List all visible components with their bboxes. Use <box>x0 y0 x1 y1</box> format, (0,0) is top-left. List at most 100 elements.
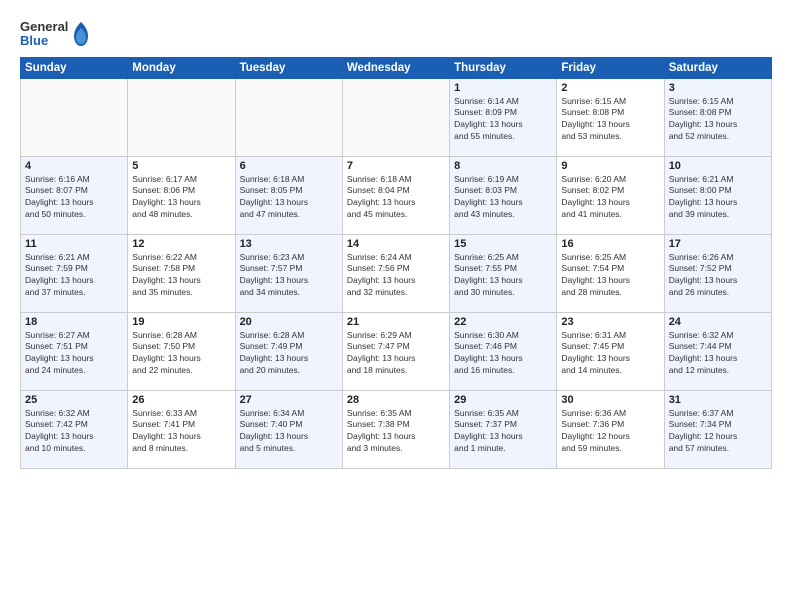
col-header-friday: Friday <box>557 57 664 78</box>
day-number: 6 <box>240 160 338 172</box>
day-cell-28: 28 Sunrise: 6:35 AM Sunset: 7:38 PM Dayli… <box>342 390 449 468</box>
day-info: Sunrise: 6:21 AM Sunset: 8:00 PM Dayligh… <box>669 174 767 222</box>
day-cell-24: 24 Sunrise: 6:32 AM Sunset: 7:44 PM Dayli… <box>664 312 771 390</box>
day-info: Sunrise: 6:32 AM Sunset: 7:44 PM Dayligh… <box>669 330 767 378</box>
day-number: 14 <box>347 238 445 250</box>
day-cell-1: 1Sunrise: 6:14 AM Sunset: 8:09 PM Daylig… <box>450 78 557 156</box>
day-info: Sunrise: 6:31 AM Sunset: 7:45 PM Dayligh… <box>561 330 659 378</box>
day-info: Sunrise: 6:35 AM Sunset: 7:37 PM Dayligh… <box>454 408 552 456</box>
day-info: Sunrise: 6:20 AM Sunset: 8:02 PM Dayligh… <box>561 174 659 222</box>
day-cell-5: 5Sunrise: 6:17 AM Sunset: 8:06 PM Daylig… <box>128 156 235 234</box>
day-info: Sunrise: 6:35 AM Sunset: 7:38 PM Dayligh… <box>347 408 445 456</box>
day-number: 19 <box>132 316 230 328</box>
day-cell-10: 10 Sunrise: 6:21 AM Sunset: 8:00 PM Dayli… <box>664 156 771 234</box>
day-number: 13 <box>240 238 338 250</box>
day-number: 15 <box>454 238 552 250</box>
day-number: 8 <box>454 160 552 172</box>
day-cell-30: 30 Sunrise: 6:36 AM Sunset: 7:36 PM Dayli… <box>557 390 664 468</box>
day-cell-9: 9 Sunrise: 6:20 AM Sunset: 8:02 PM Daylig… <box>557 156 664 234</box>
week-row-5: 25Sunrise: 6:32 AM Sunset: 7:42 PM Dayli… <box>21 390 772 468</box>
day-number: 11 <box>25 238 123 250</box>
day-cell-18: 18Sunrise: 6:27 AM Sunset: 7:51 PM Dayli… <box>21 312 128 390</box>
day-cell-20: 20Sunrise: 6:28 AM Sunset: 7:49 PM Dayli… <box>235 312 342 390</box>
day-number: 20 <box>240 316 338 328</box>
day-cell-19: 19 Sunrise: 6:28 AM Sunset: 7:50 PM Dayli… <box>128 312 235 390</box>
day-number: 4 <box>25 160 123 172</box>
day-number: 2 <box>561 82 659 94</box>
day-cell-11: 11 Sunrise: 6:21 AM Sunset: 7:59 PM Dayli… <box>21 234 128 312</box>
day-info: Sunrise: 6:15 AM Sunset: 8:08 PM Dayligh… <box>669 96 767 144</box>
logo-icon <box>70 20 92 48</box>
header: General Blue <box>20 16 772 49</box>
day-number: 9 <box>561 160 659 172</box>
day-number: 26 <box>132 394 230 406</box>
day-cell-12: 12 Sunrise: 6:22 AM Sunset: 7:58 PM Dayli… <box>128 234 235 312</box>
empty-cell <box>128 78 235 156</box>
week-row-1: 1Sunrise: 6:14 AM Sunset: 8:09 PM Daylig… <box>21 78 772 156</box>
day-info: Sunrise: 6:19 AM Sunset: 8:03 PM Dayligh… <box>454 174 552 222</box>
day-cell-22: 22 Sunrise: 6:30 AM Sunset: 7:46 PM Dayli… <box>450 312 557 390</box>
day-cell-17: 17 Sunrise: 6:26 AM Sunset: 7:52 PM Dayli… <box>664 234 771 312</box>
calendar-table: SundayMondayTuesdayWednesdayThursdayFrid… <box>20 57 772 469</box>
day-info: Sunrise: 6:18 AM Sunset: 8:05 PM Dayligh… <box>240 174 338 222</box>
logo-line1: General <box>20 20 68 34</box>
day-info: Sunrise: 6:36 AM Sunset: 7:36 PM Dayligh… <box>561 408 659 456</box>
header-row: SundayMondayTuesdayWednesdayThursdayFrid… <box>21 57 772 78</box>
logo-line2: Blue <box>20 34 68 48</box>
logo-text: General Blue <box>20 20 92 49</box>
day-info: Sunrise: 6:30 AM Sunset: 7:46 PM Dayligh… <box>454 330 552 378</box>
day-info: Sunrise: 6:23 AM Sunset: 7:57 PM Dayligh… <box>240 252 338 300</box>
day-number: 25 <box>25 394 123 406</box>
day-info: Sunrise: 6:34 AM Sunset: 7:40 PM Dayligh… <box>240 408 338 456</box>
col-header-monday: Monday <box>128 57 235 78</box>
day-cell-29: 29Sunrise: 6:35 AM Sunset: 7:37 PM Dayli… <box>450 390 557 468</box>
day-cell-6: 6 Sunrise: 6:18 AM Sunset: 8:05 PM Daylig… <box>235 156 342 234</box>
week-row-3: 11 Sunrise: 6:21 AM Sunset: 7:59 PM Dayli… <box>21 234 772 312</box>
day-info: Sunrise: 6:37 AM Sunset: 7:34 PM Dayligh… <box>669 408 767 456</box>
day-cell-21: 21Sunrise: 6:29 AM Sunset: 7:47 PM Dayli… <box>342 312 449 390</box>
empty-cell <box>21 78 128 156</box>
day-info: Sunrise: 6:29 AM Sunset: 7:47 PM Dayligh… <box>347 330 445 378</box>
day-cell-23: 23Sunrise: 6:31 AM Sunset: 7:45 PM Dayli… <box>557 312 664 390</box>
day-number: 28 <box>347 394 445 406</box>
day-cell-7: 7 Sunrise: 6:18 AM Sunset: 8:04 PM Daylig… <box>342 156 449 234</box>
day-info: Sunrise: 6:28 AM Sunset: 7:50 PM Dayligh… <box>132 330 230 378</box>
day-number: 22 <box>454 316 552 328</box>
day-info: Sunrise: 6:15 AM Sunset: 8:08 PM Dayligh… <box>561 96 659 144</box>
day-info: Sunrise: 6:26 AM Sunset: 7:52 PM Dayligh… <box>669 252 767 300</box>
empty-cell <box>235 78 342 156</box>
logo: General Blue <box>20 20 92 49</box>
day-number: 17 <box>669 238 767 250</box>
day-info: Sunrise: 6:16 AM Sunset: 8:07 PM Dayligh… <box>25 174 123 222</box>
day-cell-16: 16 Sunrise: 6:25 AM Sunset: 7:54 PM Dayli… <box>557 234 664 312</box>
day-cell-27: 27 Sunrise: 6:34 AM Sunset: 7:40 PM Dayli… <box>235 390 342 468</box>
day-info: Sunrise: 6:24 AM Sunset: 7:56 PM Dayligh… <box>347 252 445 300</box>
day-info: Sunrise: 6:22 AM Sunset: 7:58 PM Dayligh… <box>132 252 230 300</box>
day-cell-25: 25Sunrise: 6:32 AM Sunset: 7:42 PM Dayli… <box>21 390 128 468</box>
day-info: Sunrise: 6:18 AM Sunset: 8:04 PM Dayligh… <box>347 174 445 222</box>
day-number: 24 <box>669 316 767 328</box>
week-row-4: 18Sunrise: 6:27 AM Sunset: 7:51 PM Dayli… <box>21 312 772 390</box>
day-number: 16 <box>561 238 659 250</box>
day-info: Sunrise: 6:21 AM Sunset: 7:59 PM Dayligh… <box>25 252 123 300</box>
day-number: 27 <box>240 394 338 406</box>
col-header-tuesday: Tuesday <box>235 57 342 78</box>
day-cell-2: 2 Sunrise: 6:15 AM Sunset: 8:08 PM Daylig… <box>557 78 664 156</box>
day-info: Sunrise: 6:17 AM Sunset: 8:06 PM Dayligh… <box>132 174 230 222</box>
day-cell-8: 8 Sunrise: 6:19 AM Sunset: 8:03 PM Daylig… <box>450 156 557 234</box>
day-cell-14: 14 Sunrise: 6:24 AM Sunset: 7:56 PM Dayli… <box>342 234 449 312</box>
calendar-page: General Blue SundayMondayTuesdayWednesda… <box>0 0 792 612</box>
week-row-2: 4 Sunrise: 6:16 AM Sunset: 8:07 PM Daylig… <box>21 156 772 234</box>
col-header-wednesday: Wednesday <box>342 57 449 78</box>
empty-cell <box>342 78 449 156</box>
day-cell-26: 26Sunrise: 6:33 AM Sunset: 7:41 PM Dayli… <box>128 390 235 468</box>
day-info: Sunrise: 6:25 AM Sunset: 7:54 PM Dayligh… <box>561 252 659 300</box>
day-number: 12 <box>132 238 230 250</box>
day-number: 10 <box>669 160 767 172</box>
day-number: 30 <box>561 394 659 406</box>
day-info: Sunrise: 6:27 AM Sunset: 7:51 PM Dayligh… <box>25 330 123 378</box>
day-info: Sunrise: 6:14 AM Sunset: 8:09 PM Dayligh… <box>454 96 552 144</box>
day-number: 3 <box>669 82 767 94</box>
day-cell-4: 4 Sunrise: 6:16 AM Sunset: 8:07 PM Daylig… <box>21 156 128 234</box>
day-number: 7 <box>347 160 445 172</box>
